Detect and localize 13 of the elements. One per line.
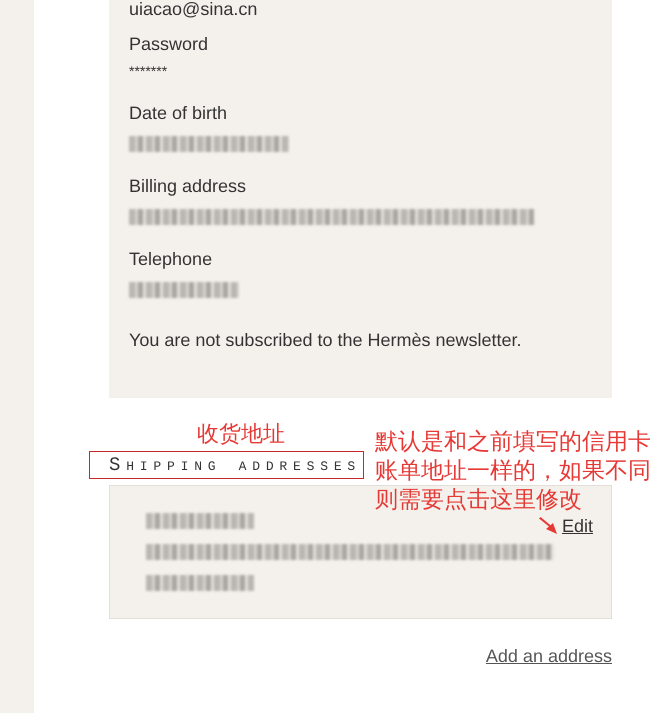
annotation-text: 默认是和之前填写的信用卡账单地址一样的，如果不同则需要点击这里修改 [375, 428, 652, 515]
newsletter-text: You are not subscribed to the Hermès newsletter. [129, 329, 523, 351]
field-label: Telephone [129, 248, 214, 270]
arrow-icon [538, 517, 558, 535]
field-label: Date of birth [129, 102, 228, 124]
add-address-link[interactable]: Add an address [486, 646, 612, 666]
field-value: ******* [129, 63, 168, 79]
edit-link[interactable]: Edit [562, 516, 593, 537]
field-label: Password [129, 33, 210, 55]
annotation-text: 收货地址 [197, 421, 285, 449]
section-heading: Shipping addresses [89, 451, 364, 479]
email-value: uiacao@sina.cn [129, 0, 258, 18]
field-label: Billing address [129, 175, 248, 197]
